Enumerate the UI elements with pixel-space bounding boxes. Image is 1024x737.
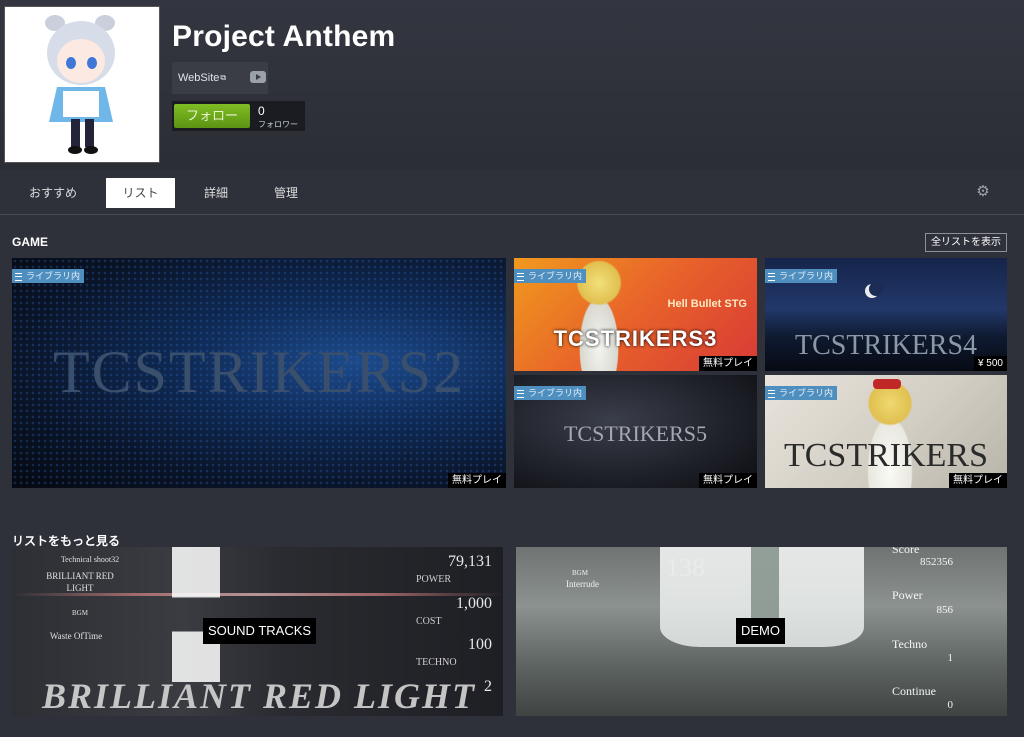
price-tag: 無料プレイ — [448, 473, 506, 488]
price-tag: ¥ 500 — [973, 356, 1007, 371]
art-text: BRILLIANT RED — [46, 571, 114, 581]
game-logo: TCSTRIKERS5 — [563, 421, 708, 446]
art-text: Technical shoot32 — [60, 555, 120, 564]
follower-count: 0 — [258, 104, 265, 118]
art-text: Waste OfTime — [49, 631, 103, 641]
section-title-game: GAME — [12, 235, 48, 249]
tab-recommended[interactable]: おすすめ — [18, 178, 88, 208]
badge-label: ライブラリ内 — [528, 388, 583, 398]
badge-label: ライブラリ内 — [26, 271, 81, 281]
art-text: BGM — [572, 569, 588, 577]
game-tile-tcstrikers5[interactable]: TCSTRIKERS5 ライブラリ内 無料プレイ — [514, 375, 757, 488]
soundtracks-caption: SOUND TRACKS — [203, 618, 317, 644]
library-badge: ライブラリ内 — [12, 269, 85, 283]
art-text: Power — [892, 588, 923, 602]
price-tag: 無料プレイ — [699, 356, 757, 371]
avatar-image — [5, 7, 159, 162]
art-text: Techno — [892, 637, 928, 651]
avatar — [4, 6, 160, 163]
social-links: WebSite ⧉ — [172, 62, 268, 94]
art-text: 79,131 — [448, 553, 492, 570]
price-tag: 無料プレイ — [949, 473, 1007, 488]
game-logo: TCSTRIKERS — [783, 437, 989, 474]
art-text: POWER — [416, 574, 451, 585]
library-badge: ライブラリ内 — [514, 386, 587, 400]
list-icon — [517, 389, 524, 398]
list-icon — [768, 389, 775, 398]
show-all-button[interactable]: 全リストを表示 — [925, 233, 1007, 252]
tab-details[interactable]: 詳細 — [192, 178, 240, 208]
art-text: 856 — [936, 604, 954, 616]
art-text: 0 — [947, 699, 954, 711]
library-badge: ライブラリ内 — [765, 269, 838, 283]
art-text: Continue — [892, 684, 936, 698]
game-tile-tcstrikers[interactable]: TCSTRIKERS ライブラリ内 無料プレイ — [765, 375, 1007, 488]
list-icon — [517, 272, 524, 281]
external-link-icon: ⧉ — [220, 73, 227, 82]
screen-panel — [751, 547, 779, 627]
art-text: BRILLIANT RED LIGHT — [42, 676, 477, 716]
tab-list[interactable]: リスト — [106, 178, 175, 208]
art-text: 100 — [468, 636, 492, 653]
art-text: Interrude — [566, 579, 599, 589]
badge-label: ライブラリ内 — [779, 388, 834, 398]
art-text: 852356 — [920, 556, 953, 568]
demo-caption: DEMO — [736, 618, 785, 644]
game-logo: TCSTRIKERS4 — [794, 330, 978, 361]
game-tile-tcstrikers2[interactable]: TCSTRIKERS2 ライブラリ内 無料プレイ — [12, 258, 506, 488]
website-link[interactable]: WebSite — [178, 72, 219, 84]
page-title: Project Anthem — [172, 20, 396, 53]
price-tag: 無料プレイ — [699, 473, 757, 488]
art-text: 1,000 — [456, 595, 492, 612]
art-text: 138 — [666, 553, 705, 582]
game-logo: TCSTRIKERS3 — [553, 326, 718, 351]
game-tile-tcstrikers3[interactable]: Hell Bullet STG TCSTRIKERS3 ライブラリ内 無料プレイ — [514, 258, 757, 371]
art-text: BGM — [72, 609, 88, 617]
library-badge: ライブラリ内 — [765, 386, 838, 400]
tab-manage[interactable]: 管理 — [262, 178, 310, 208]
game-logo: TCSTRIKERS2 — [52, 339, 466, 405]
ribbon-art — [873, 379, 901, 389]
follow-button[interactable]: フォロー — [174, 104, 250, 128]
demo-tile[interactable]: 138 BGM Interrude Score 852356 Power 856… — [516, 547, 1007, 716]
badge-label: ライブラリ内 — [528, 271, 583, 281]
list-icon — [15, 272, 22, 281]
art-text: TECHNO — [416, 657, 457, 668]
library-badge: ライブラリ内 — [514, 269, 587, 283]
badge-label: ライブラリ内 — [779, 271, 834, 281]
list-icon — [768, 272, 775, 281]
art-text: COST — [416, 616, 442, 627]
game-tile-tcstrikers4[interactable]: TCSTRIKERS4 ライブラリ内 ¥ 500 — [765, 258, 1007, 371]
profile-header: Project Anthem WebSite ⧉ フォロー 0 フォロワー — [0, 0, 1024, 170]
youtube-icon[interactable] — [250, 71, 266, 83]
art-text: LIGHT — [66, 583, 94, 593]
game-subtitle: Hell Bullet STG — [667, 298, 747, 310]
moon-art — [865, 282, 883, 298]
follower-label: フォロワー — [258, 120, 298, 129]
follow-box: フォロー 0 フォロワー — [172, 101, 305, 131]
gear-icon[interactable]: ⚙ — [975, 184, 991, 200]
tab-bar: おすすめ リスト 詳細 管理 ⚙ — [0, 172, 1024, 215]
art-text: 1 — [947, 652, 954, 664]
soundtracks-tile[interactable]: Technical shoot32 BRILLIANT RED LIGHT BG… — [12, 547, 503, 716]
